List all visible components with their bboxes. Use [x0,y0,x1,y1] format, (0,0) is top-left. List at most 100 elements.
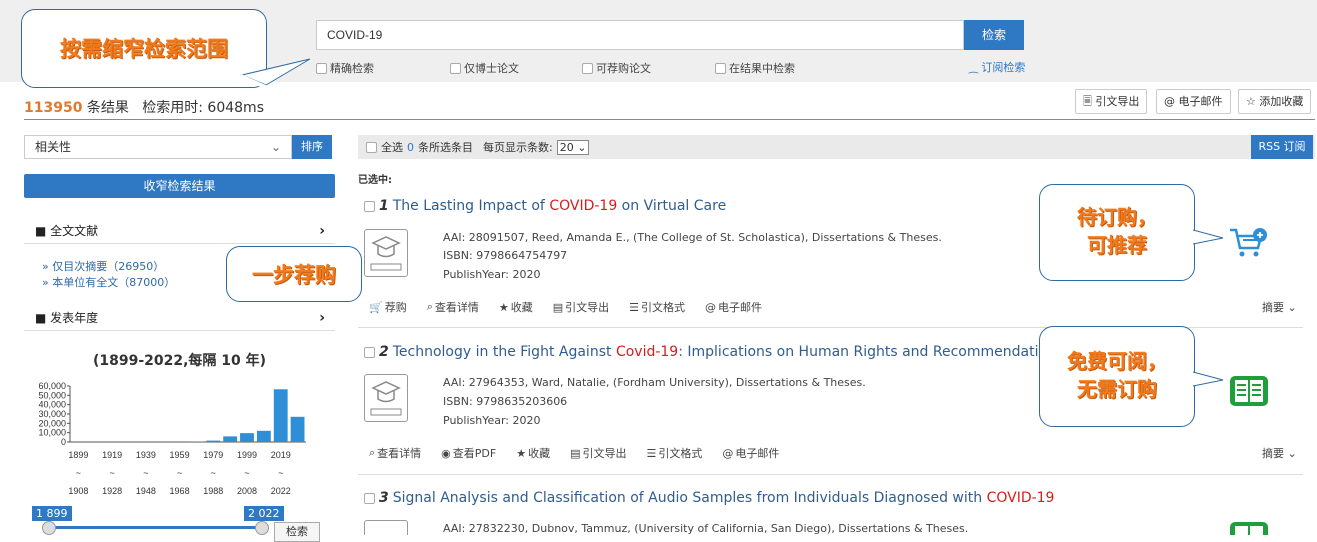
title-text: : Implications on Human Rights and Recom… [678,344,1063,360]
range-slider-track[interactable] [44,526,264,529]
facet-item-abstract-only[interactable]: » 仅目次摘要（26950） [42,258,164,274]
option-within-results[interactable]: 在结果中检索 [715,60,795,76]
chevron-down-icon: ⌄ [271,136,281,158]
result-title[interactable]: 3 Signal Analysis and Classification of … [364,490,1054,506]
histogram-bar [223,436,237,442]
summary-toggle[interactable]: 摘要 ⌄ [1262,299,1297,315]
result-checkbox[interactable] [364,201,375,212]
facet-label: 全文文献 [50,224,98,238]
result-aai: AAI: 27964353, Ward, Natalie, (Fordham U… [443,376,866,389]
checkbox[interactable] [715,63,726,74]
option-label: 仅博士论文 [464,60,519,76]
button-label: 添加收藏 [1259,95,1303,108]
action-label: 电子邮件 [718,299,762,315]
result-number: 1 [379,198,389,214]
range-start-label: 1 899 [32,506,72,521]
select-all-checkbox[interactable] [366,142,377,153]
x-tick-label: 2022 [271,486,291,496]
favorite-action[interactable]: ★收藏 [516,445,550,461]
folder-icon: ■ [35,311,50,325]
histogram-bar [291,417,305,442]
x-tick-tilde: ~ [244,468,249,478]
x-tick-label: 1979 [203,450,223,460]
view-details-action[interactable]: ⌕查看详情 [369,445,421,461]
export-citation-button[interactable]: 🗏 引文导出 [1075,89,1147,114]
per-page-select[interactable]: 20 ⌄ [557,140,590,155]
range-end-label: 2 022 [244,506,284,521]
list-icon: ☰ [629,301,639,314]
selected-label: 条所选条目 [418,139,473,155]
option-recommendable[interactable]: 可荐购论文 [582,60,651,76]
facet-year[interactable]: ■ 发表年度 › [24,307,335,331]
option-phd-only[interactable]: 仅博士论文 [450,60,519,76]
email-action[interactable]: @电子邮件 [722,445,779,461]
x-tick-label: 1939 [136,450,156,460]
checkbox[interactable] [450,63,461,74]
result-count-label: 条结果 [87,100,129,116]
x-tick-tilde: ~ [211,468,216,478]
email-button[interactable]: @ 电子邮件 [1156,89,1231,114]
x-tick-tilde: ~ [143,468,148,478]
option-exact[interactable]: 精确检索 [316,60,374,76]
result-aai: AAI: 27832230, Dubnov, Tammuz, (Universi… [443,522,968,535]
y-tick-label: 0 [61,437,66,447]
result-title[interactable]: 2 Technology in the Fight Against Covid-… [364,344,1063,360]
view-details-action[interactable]: ⌕查看详情 [427,299,479,315]
callout-one-step-recommend: 一步荐购 [226,246,362,302]
x-tick-label: 1999 [237,450,257,460]
search-input[interactable]: COVID-19 [316,20,964,50]
sort-button[interactable]: 排序 [292,135,332,159]
x-tick-tilde: ~ [278,468,283,478]
callout-pointer [1193,226,1227,248]
add-to-cart-icon[interactable] [1228,226,1270,260]
range-slider-handle-end[interactable] [255,521,269,535]
star-icon: ★ [499,301,509,314]
open-book-icon[interactable] [1228,372,1270,408]
facet-item-local-fulltext[interactable]: » 本单位有全文（87000） [42,274,175,290]
title-highlight: Covid-19 [616,344,678,360]
result-aai: AAI: 28091507, Reed, Amanda E., (The Col… [443,231,942,244]
export-citation-action[interactable]: ▤引文导出 [570,445,626,461]
x-tick-label: 1928 [102,486,122,496]
x-tick-label: 2008 [237,486,257,496]
facet-fulltext[interactable]: ■ 全文文献 › [24,220,335,244]
option-label: 可荐购论文 [596,60,651,76]
subscribe-search-link[interactable]: ⁔ 订阅检索 [969,59,1025,75]
summary-toggle[interactable]: 摘要 ⌄ [1262,445,1297,461]
title-text: on Virtual Care [617,198,726,214]
x-tick-tilde: ~ [110,468,115,478]
action-label: 收藏 [528,445,550,461]
result-summary: 113950 条结果 检索用时: 6048ms [24,97,264,117]
thesis-thumbnail [364,520,408,535]
year-histogram: 60,00050,00040,00030,00020,00010,0000189… [30,378,330,500]
callout-narrow-scope: 按需缩窄检索范围 [21,9,267,88]
citation-format-action[interactable]: ☰引文格式 [647,445,703,461]
select-all-label: 全选 [381,139,403,155]
favorite-action[interactable]: ★收藏 [499,299,533,315]
histogram-bar [274,389,288,442]
range-search-button[interactable]: 检索 [274,522,320,542]
view-pdf-action[interactable]: ◉查看PDF [441,445,496,461]
export-citation-action[interactable]: ▤引文导出 [553,299,609,315]
range-slider-handle-start[interactable] [42,521,56,535]
rss-subscribe-button[interactable]: RSS 订阅 [1251,135,1313,159]
facet-label: 发表年度 [50,311,98,325]
search-button[interactable]: 检索 [964,20,1024,50]
recommend-purchase-action[interactable]: 🛒荐购 [369,299,407,315]
result-title[interactable]: 1 The Lasting Impact of COVID-19 on Virt… [364,198,726,214]
citation-format-action[interactable]: ☰引文格式 [629,299,685,315]
result-actions: 🛒荐购 ⌕查看详情 ★收藏 ▤引文导出 ☰引文格式 @电子邮件 [369,299,762,315]
add-favorite-button[interactable]: ☆ 添加收藏 [1238,89,1311,114]
title-text: Signal Analysis and Classification of Au… [393,490,987,506]
open-book-icon[interactable] [1228,518,1270,535]
search-icon: ⌕ [427,300,433,314]
sort-select[interactable]: 相关性 ⌄ [24,135,292,159]
email-action[interactable]: @电子邮件 [705,299,762,315]
checkbox[interactable] [582,63,593,74]
action-label: 引文格式 [658,445,702,461]
result-checkbox[interactable] [364,347,375,358]
at-icon: @ [705,301,716,314]
narrow-results-button[interactable]: 收窄检索结果 [24,174,335,198]
option-label: 在结果中检索 [729,60,795,76]
result-checkbox[interactable] [364,493,375,504]
